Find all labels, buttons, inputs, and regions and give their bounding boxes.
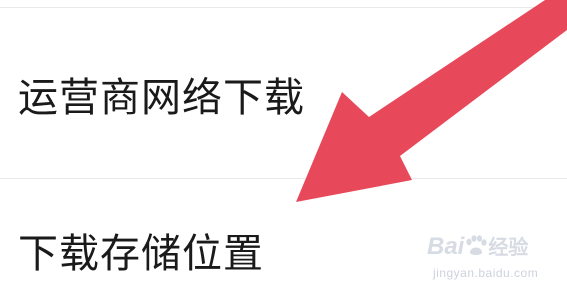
baidu-paw-icon: [466, 235, 487, 255]
setting-item-label: 下载存储位置: [18, 231, 264, 277]
watermark-logo-text: Bai: [427, 233, 465, 260]
watermark-logo: Bai 经验: [427, 234, 528, 260]
setting-item-label: 运营商网络下载: [18, 75, 305, 121]
watermark-url: jingyan.baidu.com: [433, 266, 539, 280]
watermark-brand: 经验: [488, 235, 529, 259]
watermark: Bai 经验 jingyan.baidu.com: [427, 234, 559, 284]
